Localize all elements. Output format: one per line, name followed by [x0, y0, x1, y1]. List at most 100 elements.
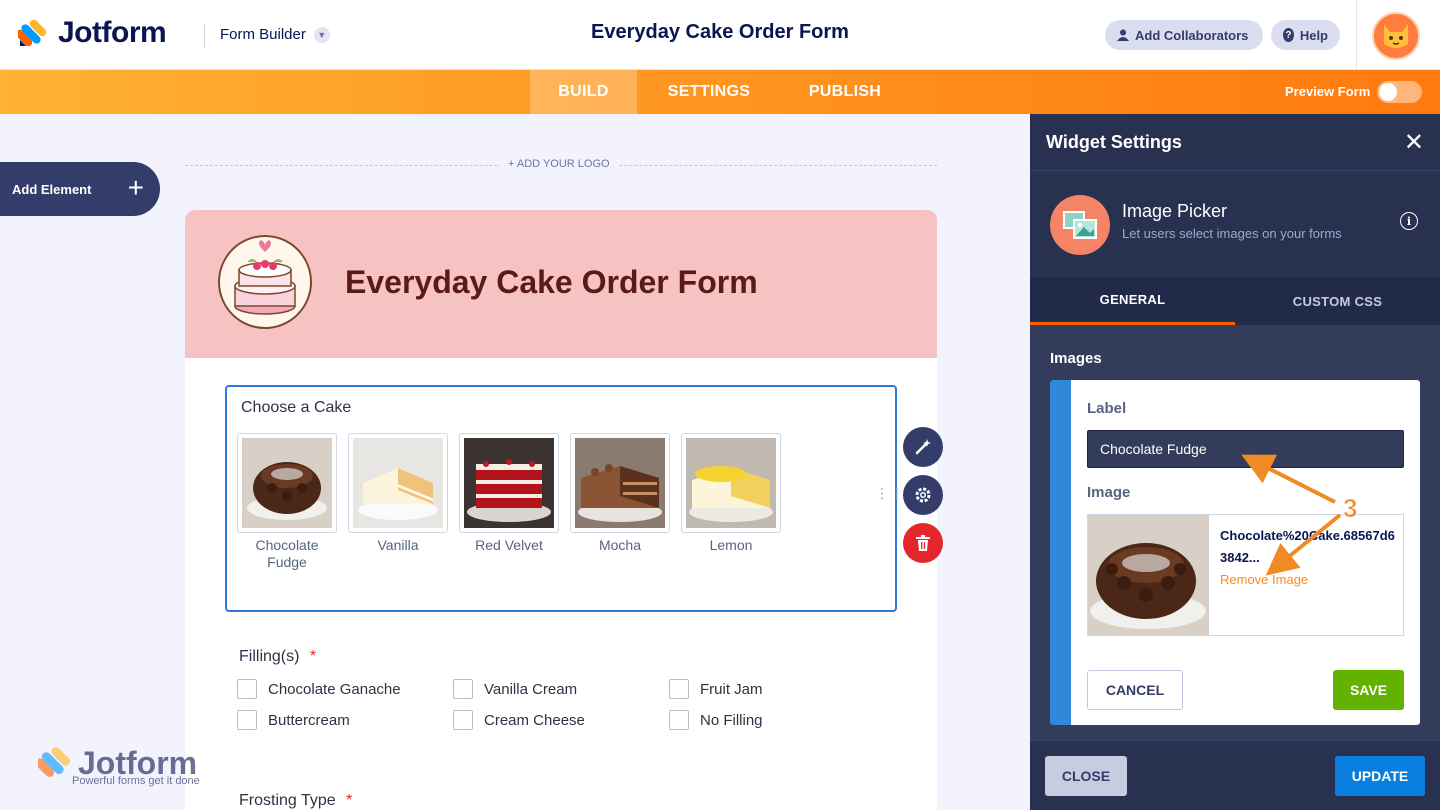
- checkbox-label: Buttercream: [268, 711, 350, 729]
- option-caption: Lemon: [709, 537, 753, 553]
- watermark-tagline: Powerful forms get it done: [72, 775, 200, 787]
- image-item-editor: Label Image Chocolate%20Cake.68567d63842…: [1050, 380, 1420, 725]
- add-element-label: Add Element: [12, 181, 92, 197]
- add-element-button[interactable]: Add Element +: [0, 162, 160, 216]
- remove-image-link[interactable]: Remove Image: [1220, 572, 1308, 587]
- add-collaborators-label: Add Collaborators: [1135, 27, 1249, 43]
- plus-icon: +: [127, 172, 144, 203]
- checkbox[interactable]: [237, 710, 257, 730]
- tab-publish[interactable]: PUBLISH: [781, 70, 909, 114]
- cake-image-frame: [237, 433, 337, 533]
- help-label: Help: [1299, 27, 1328, 43]
- panel-body: Images Label Image Chocolate%20Cake.6856…: [1030, 325, 1440, 740]
- trash-icon: [916, 535, 930, 551]
- drag-handle-icon[interactable]: ⋮⋮: [875, 486, 905, 500]
- chocolate-cake-image: [242, 438, 332, 528]
- cake-logo-icon: [218, 235, 312, 329]
- image-preview-box: Chocolate%20Cake.68567d63842... Remove I…: [1087, 514, 1404, 636]
- checkbox-buttercream[interactable]: Buttercream: [237, 710, 350, 730]
- cake-image-frame: [570, 433, 670, 533]
- top-bar: Jotform Form Builder ▼ Everyday Cake Ord…: [0, 0, 1440, 70]
- image-option-lemon[interactable]: Lemon: [681, 433, 781, 554]
- user-icon: [1117, 29, 1129, 41]
- widget-settings-panel: Widget Settings ✕ Image Picker Let users…: [1030, 114, 1440, 810]
- checkbox-chocolate-ganache[interactable]: Chocolate Ganache: [237, 679, 401, 699]
- checkbox-label: Vanilla Cream: [484, 680, 578, 698]
- checkbox-no-filling[interactable]: No Filling: [669, 710, 763, 730]
- image-option-red-velvet[interactable]: Red Velvet: [459, 433, 559, 554]
- checkbox[interactable]: [453, 679, 473, 699]
- filling-question-label[interactable]: Filling(s) *: [239, 648, 316, 666]
- chocolate-cake-thumbnail: [1088, 515, 1209, 635]
- close-icon[interactable]: ✕: [1404, 128, 1424, 157]
- panel-title: Widget Settings: [1046, 132, 1182, 152]
- checkbox-label: No Filling: [700, 711, 763, 729]
- form-header[interactable]: Everyday Cake Order Form: [185, 210, 937, 358]
- save-button[interactable]: SAVE: [1333, 670, 1404, 710]
- checkbox[interactable]: [669, 679, 689, 699]
- checkbox-fruit-jam[interactable]: Fruit Jam: [669, 679, 763, 699]
- checkbox[interactable]: [669, 710, 689, 730]
- panel-header: Widget Settings ✕: [1030, 114, 1440, 171]
- close-button[interactable]: CLOSE: [1045, 756, 1127, 796]
- preview-form-label: Preview Form: [1285, 84, 1371, 99]
- frosting-question-label[interactable]: Frosting Type *: [239, 792, 352, 810]
- widget-name: Image Picker: [1122, 201, 1228, 221]
- checkbox[interactable]: [237, 679, 257, 699]
- checkbox-cream-cheese[interactable]: Cream Cheese: [453, 710, 585, 730]
- help-icon: ?: [1283, 28, 1294, 42]
- gear-icon: [915, 487, 931, 503]
- question-label[interactable]: Choose a Cake: [241, 399, 351, 417]
- checkbox[interactable]: [453, 710, 473, 730]
- avatar[interactable]: [1372, 12, 1420, 60]
- frosting-label-text: Frosting Type: [239, 792, 336, 809]
- image-option-vanilla[interactable]: Vanilla: [348, 433, 448, 554]
- checkbox-label: Fruit Jam: [700, 680, 763, 698]
- widget-info: Image Picker Let users select images on …: [1030, 171, 1440, 277]
- required-mark: *: [309, 648, 317, 665]
- image-option-mocha[interactable]: Mocha: [570, 433, 670, 554]
- checkbox-label: Chocolate Ganache: [268, 680, 401, 698]
- cake-image-frame: [348, 433, 448, 533]
- panel-tabs: GENERAL CUSTOM CSS: [1030, 277, 1440, 325]
- preview-form-toggle[interactable]: [1377, 81, 1422, 103]
- images-heading: Images: [1050, 350, 1102, 367]
- form-card: Everyday Cake Order Form Choose a Cake C…: [185, 210, 937, 810]
- label-input[interactable]: [1087, 430, 1404, 468]
- image-picker-icon: [1050, 195, 1110, 255]
- tab-custom-css[interactable]: CUSTOM CSS: [1235, 277, 1440, 325]
- tab-general[interactable]: GENERAL: [1030, 277, 1235, 325]
- cancel-button[interactable]: CANCEL: [1087, 670, 1183, 710]
- vanilla-cake-image: [353, 438, 443, 528]
- help-button[interactable]: ? Help: [1271, 20, 1340, 50]
- filling-label-text: Filling(s): [239, 648, 300, 665]
- tab-build[interactable]: BUILD: [530, 70, 637, 114]
- tab-settings[interactable]: SETTINGS: [637, 70, 781, 114]
- jotform-watermark: Jotform Powerful forms get it done: [35, 745, 200, 787]
- image-option-chocolate-fudge[interactable]: Chocolate Fudge: [237, 433, 337, 571]
- question-settings-button[interactable]: [903, 475, 943, 515]
- option-caption: Mocha: [598, 537, 642, 553]
- avatar-icon: [1384, 24, 1408, 48]
- delete-question-button[interactable]: [903, 523, 943, 563]
- info-icon[interactable]: i: [1400, 212, 1418, 230]
- magic-wand-button[interactable]: [903, 427, 943, 467]
- choose-cake-question[interactable]: Choose a Cake Chocolate Fudge Vanilla Re…: [225, 385, 897, 612]
- checkbox-vanilla-cream[interactable]: Vanilla Cream: [453, 679, 577, 699]
- form-heading[interactable]: Everyday Cake Order Form: [345, 264, 758, 301]
- add-logo-link[interactable]: + ADD YOUR LOGO: [500, 158, 618, 170]
- divider: [1356, 0, 1357, 70]
- lemon-cake-image: [686, 438, 776, 528]
- label-heading: Label: [1087, 400, 1127, 417]
- checkbox-label: Cream Cheese: [484, 711, 585, 729]
- cake-image-frame: [681, 433, 781, 533]
- mocha-cake-image: [575, 438, 665, 528]
- update-button[interactable]: UPDATE: [1335, 756, 1425, 796]
- image-heading: Image: [1087, 484, 1131, 501]
- cake-image-frame: [459, 433, 559, 533]
- option-caption: Chocolate Fudge: [255, 537, 319, 570]
- required-mark: *: [346, 792, 353, 809]
- toggle-knob: [1379, 83, 1397, 101]
- red-velvet-cake-image: [464, 438, 554, 528]
- add-collaborators-button[interactable]: Add Collaborators: [1105, 20, 1263, 50]
